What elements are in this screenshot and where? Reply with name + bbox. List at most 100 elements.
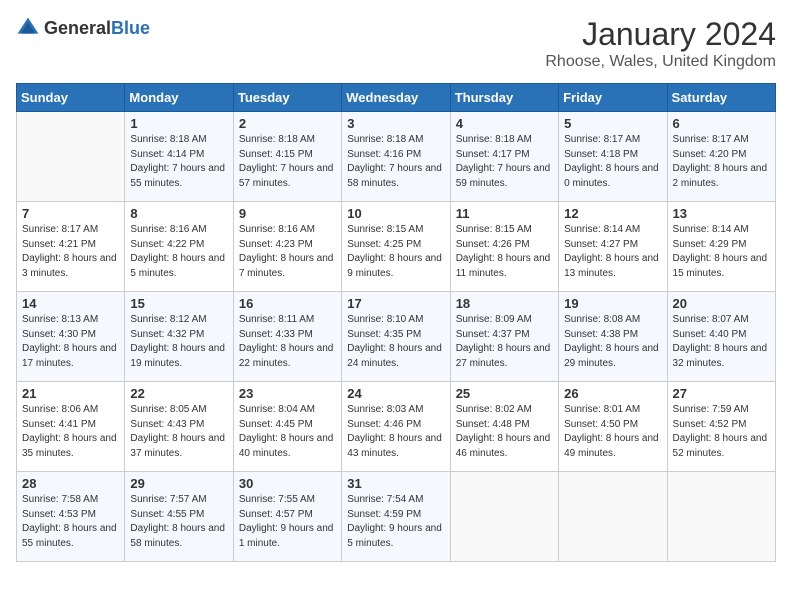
day-detail: Sunrise: 8:06 AM Sunset: 4:41 PM Dayligh…: [22, 403, 119, 461]
sunset: Sunset: 4:53 PM: [22, 509, 96, 520]
sunset: Sunset: 4:27 PM: [564, 239, 638, 250]
logo: GeneralBlue: [16, 16, 150, 40]
daylight: Daylight: 8 hours and 11 minutes.: [456, 253, 551, 279]
calendar-cell: [450, 472, 558, 562]
day-number: 15: [130, 296, 227, 311]
sunrise: Sunrise: 8:18 AM: [456, 134, 532, 145]
calendar-cell: 29 Sunrise: 7:57 AM Sunset: 4:55 PM Dayl…: [125, 472, 233, 562]
day-detail: Sunrise: 8:18 AM Sunset: 4:16 PM Dayligh…: [347, 133, 444, 191]
sunrise: Sunrise: 8:15 AM: [456, 224, 532, 235]
daylight: Daylight: 7 hours and 57 minutes.: [239, 163, 334, 189]
day-number: 16: [239, 296, 336, 311]
calendar-cell: 30 Sunrise: 7:55 AM Sunset: 4:57 PM Dayl…: [233, 472, 341, 562]
day-number: 12: [564, 206, 661, 221]
sunrise: Sunrise: 8:17 AM: [564, 134, 640, 145]
calendar-cell: 20 Sunrise: 8:07 AM Sunset: 4:40 PM Dayl…: [667, 292, 775, 382]
logo-general: GeneralBlue: [44, 18, 150, 39]
sunset: Sunset: 4:32 PM: [130, 329, 204, 340]
calendar-cell: 21 Sunrise: 8:06 AM Sunset: 4:41 PM Dayl…: [17, 382, 125, 472]
sunrise: Sunrise: 8:18 AM: [130, 134, 206, 145]
daylight: Daylight: 8 hours and 49 minutes.: [564, 433, 659, 459]
daylight: Daylight: 7 hours and 58 minutes.: [347, 163, 442, 189]
day-detail: Sunrise: 8:03 AM Sunset: 4:46 PM Dayligh…: [347, 403, 444, 461]
header-cell-wednesday: Wednesday: [342, 84, 450, 112]
day-detail: Sunrise: 8:16 AM Sunset: 4:23 PM Dayligh…: [239, 223, 336, 281]
day-detail: Sunrise: 7:59 AM Sunset: 4:52 PM Dayligh…: [673, 403, 770, 461]
title-block: January 2024 Rhoose, Wales, United Kingd…: [545, 16, 776, 71]
day-detail: Sunrise: 8:17 AM Sunset: 4:20 PM Dayligh…: [673, 133, 770, 191]
day-detail: Sunrise: 7:57 AM Sunset: 4:55 PM Dayligh…: [130, 493, 227, 551]
day-detail: Sunrise: 8:15 AM Sunset: 4:25 PM Dayligh…: [347, 223, 444, 281]
calendar-cell: 11 Sunrise: 8:15 AM Sunset: 4:26 PM Dayl…: [450, 202, 558, 292]
daylight: Daylight: 8 hours and 46 minutes.: [456, 433, 551, 459]
calendar-cell: 27 Sunrise: 7:59 AM Sunset: 4:52 PM Dayl…: [667, 382, 775, 472]
day-number: 20: [673, 296, 770, 311]
sunset: Sunset: 4:14 PM: [130, 149, 204, 160]
sunset: Sunset: 4:46 PM: [347, 419, 421, 430]
daylight: Daylight: 8 hours and 15 minutes.: [673, 253, 768, 279]
sunrise: Sunrise: 8:13 AM: [22, 314, 98, 325]
sunrise: Sunrise: 8:02 AM: [456, 404, 532, 415]
sunset: Sunset: 4:57 PM: [239, 509, 313, 520]
sunrise: Sunrise: 8:16 AM: [239, 224, 315, 235]
day-detail: Sunrise: 8:17 AM Sunset: 4:18 PM Dayligh…: [564, 133, 661, 191]
sunset: Sunset: 4:23 PM: [239, 239, 313, 250]
calendar-cell: 23 Sunrise: 8:04 AM Sunset: 4:45 PM Dayl…: [233, 382, 341, 472]
day-detail: Sunrise: 7:58 AM Sunset: 4:53 PM Dayligh…: [22, 493, 119, 551]
sunset: Sunset: 4:50 PM: [564, 419, 638, 430]
logo-icon: [16, 16, 40, 40]
sunrise: Sunrise: 8:18 AM: [347, 134, 423, 145]
day-number: 25: [456, 386, 553, 401]
sunrise: Sunrise: 7:58 AM: [22, 494, 98, 505]
header-cell-thursday: Thursday: [450, 84, 558, 112]
day-detail: Sunrise: 8:02 AM Sunset: 4:48 PM Dayligh…: [456, 403, 553, 461]
sunrise: Sunrise: 8:01 AM: [564, 404, 640, 415]
sunset: Sunset: 4:17 PM: [456, 149, 530, 160]
calendar-week-row: 28 Sunrise: 7:58 AM Sunset: 4:53 PM Dayl…: [17, 472, 776, 562]
day-number: 14: [22, 296, 119, 311]
calendar-cell: 1 Sunrise: 8:18 AM Sunset: 4:14 PM Dayli…: [125, 112, 233, 202]
sunset: Sunset: 4:59 PM: [347, 509, 421, 520]
day-detail: Sunrise: 8:12 AM Sunset: 4:32 PM Dayligh…: [130, 313, 227, 371]
calendar-cell: 2 Sunrise: 8:18 AM Sunset: 4:15 PM Dayli…: [233, 112, 341, 202]
calendar-cell: 4 Sunrise: 8:18 AM Sunset: 4:17 PM Dayli…: [450, 112, 558, 202]
header-cell-friday: Friday: [559, 84, 667, 112]
day-number: 24: [347, 386, 444, 401]
daylight: Daylight: 8 hours and 43 minutes.: [347, 433, 442, 459]
day-detail: Sunrise: 8:07 AM Sunset: 4:40 PM Dayligh…: [673, 313, 770, 371]
daylight: Daylight: 8 hours and 24 minutes.: [347, 343, 442, 369]
header-cell-tuesday: Tuesday: [233, 84, 341, 112]
location: Rhoose, Wales, United Kingdom: [545, 53, 776, 71]
daylight: Daylight: 8 hours and 27 minutes.: [456, 343, 551, 369]
daylight: Daylight: 8 hours and 40 minutes.: [239, 433, 334, 459]
sunrise: Sunrise: 8:03 AM: [347, 404, 423, 415]
daylight: Daylight: 8 hours and 58 minutes.: [130, 523, 225, 549]
day-number: 3: [347, 116, 444, 131]
sunrise: Sunrise: 8:16 AM: [130, 224, 206, 235]
calendar-cell: [17, 112, 125, 202]
day-number: 26: [564, 386, 661, 401]
calendar-cell: 25 Sunrise: 8:02 AM Sunset: 4:48 PM Dayl…: [450, 382, 558, 472]
day-number: 8: [130, 206, 227, 221]
month-year: January 2024: [545, 16, 776, 53]
sunset: Sunset: 4:21 PM: [22, 239, 96, 250]
day-detail: Sunrise: 8:04 AM Sunset: 4:45 PM Dayligh…: [239, 403, 336, 461]
day-number: 5: [564, 116, 661, 131]
daylight: Daylight: 8 hours and 37 minutes.: [130, 433, 225, 459]
sunset: Sunset: 4:30 PM: [22, 329, 96, 340]
daylight: Daylight: 8 hours and 55 minutes.: [22, 523, 117, 549]
header-cell-saturday: Saturday: [667, 84, 775, 112]
daylight: Daylight: 8 hours and 22 minutes.: [239, 343, 334, 369]
day-number: 18: [456, 296, 553, 311]
sunset: Sunset: 4:18 PM: [564, 149, 638, 160]
sunrise: Sunrise: 8:08 AM: [564, 314, 640, 325]
day-number: 23: [239, 386, 336, 401]
calendar-cell: 5 Sunrise: 8:17 AM Sunset: 4:18 PM Dayli…: [559, 112, 667, 202]
sunrise: Sunrise: 7:59 AM: [673, 404, 749, 415]
day-number: 4: [456, 116, 553, 131]
sunset: Sunset: 4:29 PM: [673, 239, 747, 250]
calendar-cell: 8 Sunrise: 8:16 AM Sunset: 4:22 PM Dayli…: [125, 202, 233, 292]
day-detail: Sunrise: 8:18 AM Sunset: 4:17 PM Dayligh…: [456, 133, 553, 191]
calendar-cell: 18 Sunrise: 8:09 AM Sunset: 4:37 PM Dayl…: [450, 292, 558, 382]
sunrise: Sunrise: 7:55 AM: [239, 494, 315, 505]
